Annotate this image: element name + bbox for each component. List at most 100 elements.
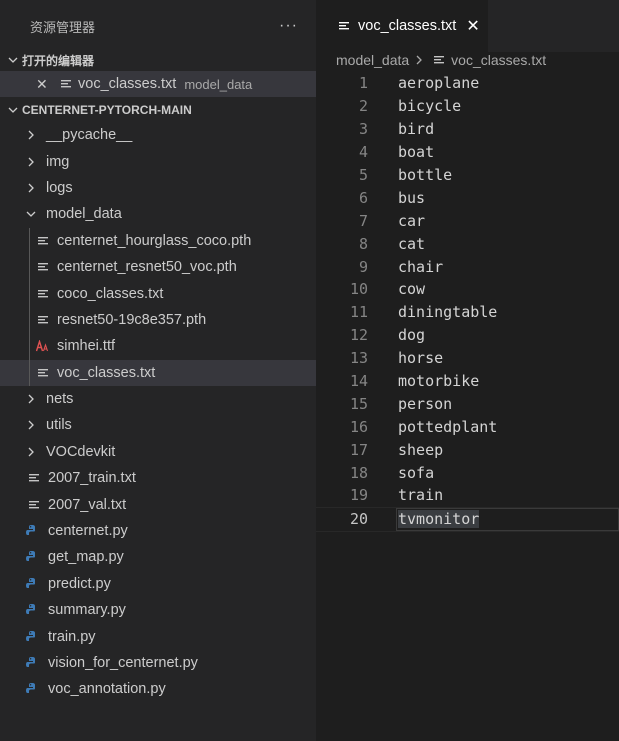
code-line[interactable]: 12 dog [316, 324, 619, 347]
tree-item-label: img [46, 153, 70, 170]
code-editor[interactable]: 1 aeroplane 2 bicycle 3 bird 4 boat 5 bottle 6 bus 7… [316, 72, 619, 532]
tree-file[interactable]: centernet_resnet50_voc.pth [0, 254, 316, 280]
tree-file[interactable]: 2007_train.txt [0, 465, 316, 491]
tree-file[interactable]: summary.py [0, 597, 316, 623]
tree-folder[interactable]: nets [0, 386, 316, 412]
line-number: 7 [358, 211, 368, 230]
chevron-down-icon [22, 209, 40, 219]
line-text: bird [398, 120, 435, 139]
close-icon[interactable]: ✕ [466, 16, 479, 36]
tree-item-label: predict.py [48, 575, 111, 592]
lines-icon [26, 497, 42, 513]
line-text: cow [398, 280, 426, 299]
line-text: horse [398, 349, 444, 368]
project-section-header[interactable]: CENTERNET-PYTORCH-MAIN [0, 99, 316, 121]
code-line[interactable]: 13 horse [316, 347, 619, 370]
tree-file[interactable]: predict.py [0, 571, 316, 597]
tree-item-label: utils [46, 417, 72, 434]
line-text: bus [398, 188, 426, 207]
tree-folder[interactable]: model_data [0, 201, 316, 227]
code-line[interactable]: 20 tvmonitor [316, 506, 619, 532]
lines-icon [35, 365, 51, 381]
tree-file[interactable]: centernet.py [0, 518, 316, 544]
open-editors-label: 打开的编辑器 [22, 53, 95, 68]
code-line[interactable]: 2 bicycle [316, 95, 619, 118]
line-text: cat [398, 234, 426, 253]
tree-file[interactable]: coco_classes.txt [0, 280, 316, 306]
python-icon [24, 655, 40, 671]
tree-item-label: VOCdevkit [46, 443, 116, 460]
tree-item-label: 2007_val.txt [48, 496, 127, 513]
tree-item-label: logs [46, 179, 73, 196]
explorer-title: 资源管理器 [30, 19, 96, 35]
code-line[interactable]: 5 bottle [316, 164, 619, 187]
code-line[interactable]: 15 person [316, 392, 619, 415]
line-text: pottedplant [398, 417, 498, 436]
tree-file[interactable]: get_map.py [0, 544, 316, 570]
tree-item-label: voc_classes.txt [57, 364, 156, 381]
tab-label: voc_classes.txt [358, 18, 457, 34]
chevron-right-icon [22, 183, 40, 193]
chevron-right-icon [22, 157, 40, 167]
line-number: 1 [358, 74, 368, 93]
tree-folder[interactable]: __pycache__ [0, 122, 316, 148]
tree-file[interactable]: resnet50-19c8e357.pth [0, 307, 316, 333]
code-line[interactable]: 8 cat [316, 232, 619, 255]
breadcrumb-file[interactable]: voc_classes.txt [451, 52, 546, 68]
code-line[interactable]: 6 bus [316, 186, 619, 209]
line-text: tvmonitor [398, 510, 480, 529]
code-line[interactable]: 11 diningtable [316, 301, 619, 324]
tree-file[interactable]: 2007_val.txt [0, 491, 316, 517]
explorer-sidebar: 资源管理器 ··· 打开的编辑器 ✕ voc_classes.txt model… [0, 0, 316, 741]
code-line[interactable]: 9 chair [316, 255, 619, 278]
line-text: sheep [398, 440, 444, 459]
chevron-down-icon [8, 105, 22, 115]
python-icon [24, 602, 40, 618]
code-line[interactable]: 10 cow [316, 278, 619, 301]
tree-file[interactable]: voc_annotation.py [0, 676, 316, 702]
lines-icon [431, 52, 447, 68]
chevron-right-icon [22, 447, 40, 457]
line-text: diningtable [398, 303, 498, 322]
line-number: 16 [349, 417, 368, 436]
tree-item-label: voc_annotation.py [48, 681, 166, 698]
tree-file[interactable]: simhei.ttf [0, 333, 316, 359]
code-line[interactable]: 14 motorbike [316, 370, 619, 393]
lines-icon [58, 76, 74, 92]
line-number: 15 [349, 394, 368, 413]
open-editor-item[interactable]: ✕ voc_classes.txt model_data [0, 71, 316, 97]
code-line[interactable]: 3 bird [316, 118, 619, 141]
line-number: 3 [358, 120, 368, 139]
tree-item-label: summary.py [48, 602, 126, 619]
explorer-header: 资源管理器 ··· [0, 0, 316, 52]
line-text: sofa [398, 463, 435, 482]
tree-item-label: simhei.ttf [57, 338, 116, 355]
indent-guide [29, 227, 30, 386]
tab-voc-classes[interactable]: voc_classes.txt ✕ [316, 0, 488, 52]
lines-icon [35, 259, 51, 275]
tree-item-label: nets [46, 391, 74, 408]
close-icon[interactable]: ✕ [36, 76, 58, 93]
open-editors-section-header[interactable]: 打开的编辑器 [0, 49, 316, 71]
tree-folder[interactable]: logs [0, 175, 316, 201]
tree-folder[interactable]: img [0, 148, 316, 174]
code-line[interactable]: 18 sofa [316, 461, 619, 484]
tree-item-label: centernet_hourglass_coco.pth [57, 232, 252, 249]
lines-icon [336, 18, 352, 34]
tree-folder[interactable]: utils [0, 412, 316, 438]
tree-file[interactable]: centernet_hourglass_coco.pth [0, 228, 316, 254]
tab-bar: voc_classes.txt ✕ [316, 0, 619, 52]
tree-file[interactable]: voc_classes.txt [0, 359, 316, 386]
tree-folder[interactable]: VOCdevkit [0, 439, 316, 465]
code-line[interactable]: 19 train [316, 484, 619, 507]
code-line[interactable]: 7 car [316, 209, 619, 232]
font-icon [35, 338, 51, 354]
code-line[interactable]: 1 aeroplane [316, 72, 619, 95]
code-line[interactable]: 17 sheep [316, 438, 619, 461]
more-actions-icon[interactable]: ··· [279, 17, 298, 35]
tree-file[interactable]: vision_for_centernet.py [0, 650, 316, 676]
code-line[interactable]: 16 pottedplant [316, 415, 619, 438]
breadcrumb-folder[interactable]: model_data [336, 52, 409, 68]
tree-file[interactable]: train.py [0, 623, 316, 649]
code-line[interactable]: 4 boat [316, 141, 619, 164]
